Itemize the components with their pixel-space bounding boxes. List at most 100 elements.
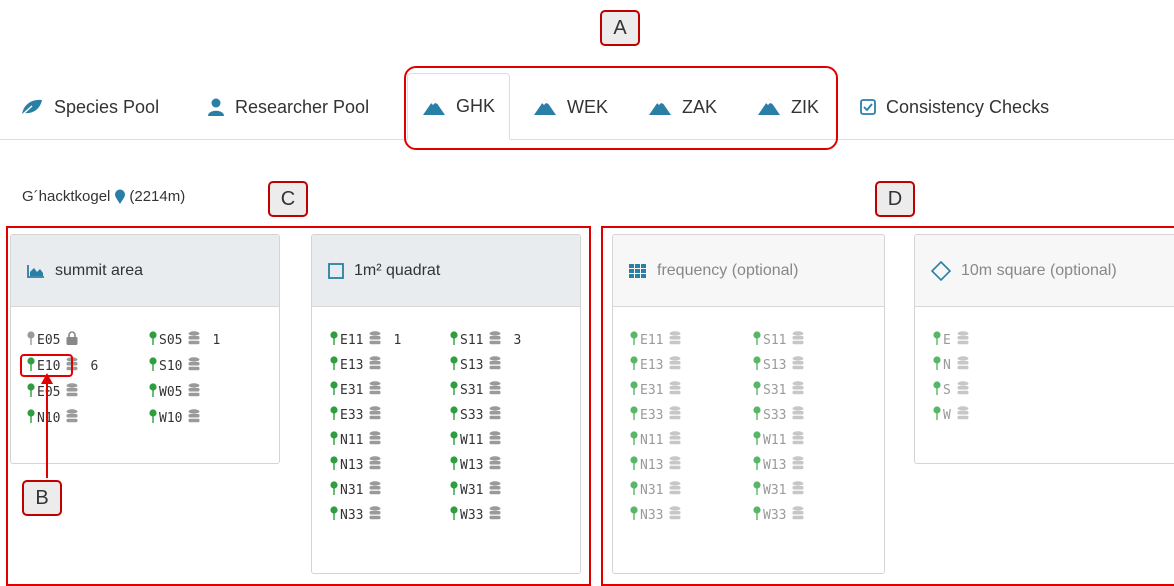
plot-w11[interactable]: W11 (450, 430, 501, 450)
plot-e31[interactable]: E31 (630, 380, 681, 400)
database-icon (363, 481, 381, 499)
plot-n31[interactable]: N31 (630, 480, 681, 500)
plot-w33[interactable]: W33 (450, 505, 501, 525)
plot-e05[interactable]: E05 (27, 330, 78, 350)
callout-a: A (600, 10, 640, 46)
map-pin-icon (630, 506, 640, 524)
plot-code: S31 (763, 382, 787, 398)
plot-s33[interactable]: S33 (753, 405, 804, 425)
map-pin-icon (450, 506, 460, 524)
plot-n13[interactable]: N13 (630, 455, 681, 475)
plot-code: S33 (763, 407, 787, 423)
map-pin-icon (27, 383, 37, 401)
plot-w31[interactable]: W31 (450, 480, 501, 500)
database-icon (483, 431, 501, 449)
card-10m-square-title: 10m square (optional) (961, 261, 1117, 279)
plot-w13[interactable]: W13 (753, 455, 804, 475)
plot-code: E33 (340, 407, 364, 423)
plot-n13[interactable]: N13 (330, 455, 381, 475)
plot-w13[interactable]: W13 (450, 455, 501, 475)
plot-code: E31 (340, 382, 364, 398)
plot-s31[interactable]: S31 (450, 380, 501, 400)
plot-s10[interactable]: S10 (149, 356, 200, 376)
database-icon (786, 331, 804, 349)
plot-code: S (943, 382, 951, 398)
database-icon (182, 383, 200, 401)
plot-e31[interactable]: E31 (330, 380, 381, 400)
database-icon (483, 506, 501, 524)
database-icon (182, 409, 200, 427)
nav-species-pool[interactable]: Species Pool (20, 74, 159, 140)
map-pin-icon (753, 356, 763, 374)
database-icon (786, 506, 804, 524)
database-icon (786, 431, 804, 449)
plot-code: N (943, 357, 951, 373)
map-pin-icon (330, 331, 340, 349)
plot-e11[interactable]: E11 (630, 330, 681, 350)
plot-e33[interactable]: E33 (630, 405, 681, 425)
plot-n[interactable]: N (933, 355, 969, 375)
plot-code: S05 (159, 332, 183, 348)
map-pin-icon (753, 381, 763, 399)
plot-s11[interactable]: S11 (753, 330, 804, 350)
map-marker-icon[interactable] (114, 189, 126, 205)
plot-e[interactable]: E (933, 330, 969, 350)
plot-s33[interactable]: S33 (450, 405, 501, 425)
database-icon (182, 357, 200, 375)
plot-n31[interactable]: N31 (330, 480, 381, 500)
plot-code: E13 (640, 357, 664, 373)
card-frequency-header: frequency (optional) (613, 235, 884, 307)
map-pin-icon (330, 481, 340, 499)
plot-e13[interactable]: E13 (630, 355, 681, 375)
plot-s[interactable]: S (933, 380, 969, 400)
plot-s11[interactable]: S11 3 (450, 330, 521, 350)
plot-code: E31 (640, 382, 664, 398)
plot-s31[interactable]: S31 (753, 380, 804, 400)
plot-code: N33 (340, 507, 364, 523)
annotation-arrow (41, 373, 53, 478)
plot-code: S33 (460, 407, 484, 423)
map-pin-icon (330, 431, 340, 449)
map-pin-icon (933, 331, 943, 349)
card-quadrat-header: 1m² quadrat (312, 235, 580, 307)
database-icon (182, 331, 200, 349)
summit-title: G´hacktkogel (2214m) (22, 188, 185, 205)
plot-n11[interactable]: N11 (630, 430, 681, 450)
plot-w11[interactable]: W11 (753, 430, 804, 450)
map-pin-icon (330, 506, 340, 524)
plot-n11[interactable]: N11 (330, 430, 381, 450)
map-pin-icon (149, 409, 159, 427)
plot-w31[interactable]: W31 (753, 480, 804, 500)
plot-code: W (943, 407, 951, 423)
plot-s05[interactable]: S05 1 (149, 330, 220, 350)
map-pin-icon (933, 356, 943, 374)
plot-w33[interactable]: W33 (753, 505, 804, 525)
nav-researcher-pool[interactable]: Researcher Pool (207, 74, 369, 140)
nav-consistency-checks[interactable]: Consistency Checks (860, 74, 1049, 140)
plot-w10[interactable]: W10 (149, 408, 200, 428)
database-icon (951, 381, 969, 399)
plot-n33[interactable]: N33 (630, 505, 681, 525)
database-icon (663, 506, 681, 524)
plot-s13[interactable]: S13 (753, 355, 804, 375)
summit-name: G´hacktkogel (22, 188, 111, 205)
plot-e11[interactable]: E11 1 (330, 330, 401, 350)
square-icon (328, 262, 344, 279)
map-pin-icon (27, 409, 37, 427)
plot-e13[interactable]: E13 (330, 355, 381, 375)
plot-s13[interactable]: S13 (450, 355, 501, 375)
summit-elevation: (2214m) (129, 188, 186, 205)
plot-w05[interactable]: W05 (149, 382, 200, 402)
plot-n33[interactable]: N33 (330, 505, 381, 525)
database-icon (663, 456, 681, 474)
database-icon (663, 431, 681, 449)
database-icon (60, 383, 78, 401)
plot-w[interactable]: W (933, 405, 969, 425)
plot-code: E11 (640, 332, 664, 348)
map-pin-icon (149, 383, 159, 401)
plot-code: N13 (640, 457, 664, 473)
plot-code: W10 (159, 410, 183, 426)
plot-e33[interactable]: E33 (330, 405, 381, 425)
database-icon (663, 406, 681, 424)
plot-code: W31 (460, 482, 484, 498)
